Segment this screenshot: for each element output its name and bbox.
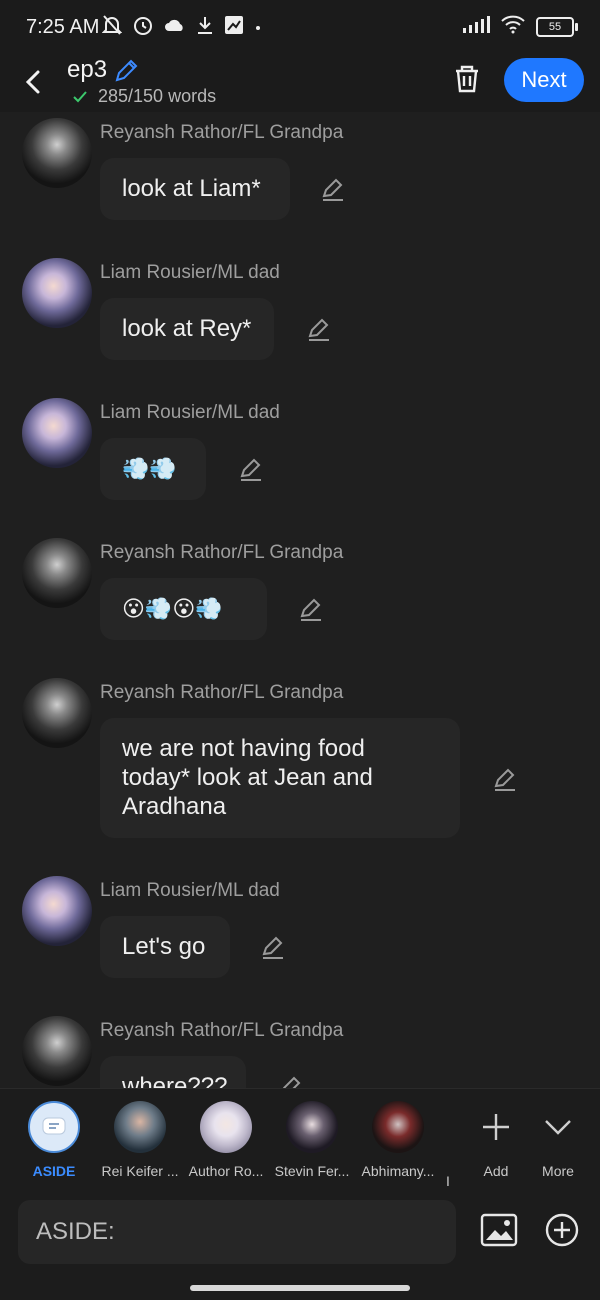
character-chip[interactable]: Abhimany... — [356, 1101, 440, 1179]
image-icon — [480, 1213, 518, 1247]
character-chip[interactable]: I — [436, 1101, 460, 1189]
chat-list[interactable]: Reyansh Rathor/FL Grandpa look at Liam* … — [0, 112, 600, 1088]
character-label: Author Ro... — [188, 1163, 264, 1179]
avatar[interactable] — [22, 876, 92, 946]
character-label: Stevin Fer... — [274, 1163, 350, 1179]
app-icon — [224, 15, 244, 40]
character-chip[interactable]: Author Ro... — [184, 1101, 268, 1179]
status-left-icons — [101, 14, 262, 41]
character-chip[interactable]: Rei Keifer ... — [98, 1101, 182, 1179]
pencil-icon — [115, 59, 138, 82]
status-time: 7:25 AM — [26, 16, 100, 38]
avatar[interactable] — [22, 678, 92, 748]
edit-message-button[interactable] — [492, 766, 518, 792]
edit-message-button[interactable] — [298, 596, 324, 622]
alarm-icon — [132, 14, 154, 41]
word-count: 285/150 words — [72, 86, 216, 107]
sender-name: Reyansh Rathor/FL Grandpa — [100, 122, 344, 143]
sender-name: Liam Rousier/ML dad — [100, 402, 280, 423]
character-chip[interactable]: Stevin Fer... — [270, 1101, 354, 1179]
word-count-text: 285/150 words — [98, 86, 217, 106]
episode-title[interactable]: ep3 — [67, 56, 107, 84]
character-chip-aside[interactable]: ASIDE — [12, 1101, 96, 1179]
sender-name: Reyansh Rathor/FL Grandpa — [100, 542, 344, 563]
edit-message-button[interactable] — [260, 934, 286, 960]
pencil-icon — [494, 768, 515, 791]
back-button[interactable] — [20, 62, 48, 102]
message-bubble[interactable]: 💨💨 — [100, 438, 206, 500]
avatar[interactable] — [22, 258, 92, 328]
top-bar: ep3 285/150 words Next — [0, 56, 600, 112]
character-selector: ASIDE Rei Keifer ... Author Ro... Stevin… — [0, 1088, 600, 1189]
cloud-icon — [164, 17, 186, 38]
avatar — [114, 1101, 166, 1153]
more-button[interactable]: More — [520, 1101, 596, 1179]
trash-icon — [456, 65, 478, 93]
signal-icon — [462, 14, 490, 39]
battery-level: 55 — [548, 20, 562, 33]
message-item: Reyansh Rathor/FL Grandpa where??? — [0, 1014, 600, 1088]
chevron-down-icon — [520, 1101, 596, 1153]
message-item: Liam Rousier/ML dad look at Rey* — [0, 256, 600, 396]
mute-icon — [101, 14, 123, 41]
message-bubble[interactable]: where??? — [100, 1056, 246, 1088]
avatar[interactable] — [22, 118, 92, 188]
message-item: Reyansh Rathor/FL Grandpa look at Liam* — [0, 116, 600, 256]
sender-name: Reyansh Rathor/FL Grandpa — [100, 1020, 344, 1041]
battery-icon: 55 — [536, 16, 578, 37]
back-arrow-icon — [25, 70, 40, 94]
avatar — [286, 1101, 338, 1153]
pencil-icon — [322, 178, 343, 201]
status-bar: 7:25 AM 55 — [0, 0, 600, 56]
message-item: Reyansh Rathor/FL Grandpa 😮💨😮💨 — [0, 536, 600, 676]
pencil-icon — [240, 458, 261, 481]
message-input[interactable]: ASIDE: — [18, 1200, 456, 1264]
edit-message-button[interactable] — [306, 316, 332, 342]
avatar — [372, 1101, 424, 1153]
add-more-button[interactable] — [544, 1212, 580, 1253]
insert-image-button[interactable] — [480, 1212, 518, 1253]
message-bubble[interactable]: 😮💨😮💨 — [100, 578, 267, 640]
aside-icon — [28, 1101, 80, 1153]
message-bubble[interactable]: Let's go — [100, 916, 230, 978]
edit-message-button[interactable] — [238, 456, 264, 482]
delete-button[interactable] — [450, 62, 484, 101]
pencil-icon — [282, 1076, 301, 1088]
character-label: Rei Keifer ... — [101, 1163, 179, 1179]
sender-name: Liam Rousier/ML dad — [100, 880, 280, 901]
message-bubble[interactable]: look at Liam* — [100, 158, 290, 220]
edit-title-button[interactable] — [113, 56, 141, 89]
dot-icon — [254, 19, 262, 37]
avatar — [200, 1101, 252, 1153]
status-right-icons: 55 — [462, 14, 578, 39]
message-bubble[interactable]: we are not having food today* look at Je… — [100, 718, 460, 838]
pencil-icon — [308, 318, 329, 341]
avatar[interactable] — [22, 1016, 92, 1086]
download-icon — [196, 15, 214, 40]
character-label: ASIDE — [32, 1163, 76, 1179]
pencil-icon — [300, 598, 321, 621]
message-bubble[interactable]: look at Rey* — [100, 298, 274, 360]
input-bar: ASIDE: — [0, 1188, 600, 1300]
check-icon — [73, 90, 87, 102]
add-circle-icon — [545, 1213, 579, 1247]
sender-name: Liam Rousier/ML dad — [100, 262, 280, 283]
more-label: More — [542, 1163, 574, 1179]
sender-name: Reyansh Rathor/FL Grandpa — [100, 682, 344, 703]
pencil-icon — [262, 936, 283, 959]
avatar[interactable] — [22, 398, 92, 468]
next-button[interactable]: Next — [504, 58, 584, 102]
avatar[interactable] — [22, 538, 92, 608]
edit-message-button[interactable] — [278, 1074, 304, 1088]
wifi-icon — [500, 14, 526, 39]
message-item: Liam Rousier/ML dad 💨💨 — [0, 396, 600, 536]
edit-message-button[interactable] — [320, 176, 346, 202]
home-indicator[interactable] — [190, 1285, 410, 1291]
message-item: Reyansh Rathor/FL Grandpa we are not hav… — [0, 676, 600, 876]
character-label: I — [446, 1173, 450, 1189]
message-item: Liam Rousier/ML dad Let's go — [0, 874, 600, 1014]
character-label: Abhimany... — [361, 1163, 435, 1179]
